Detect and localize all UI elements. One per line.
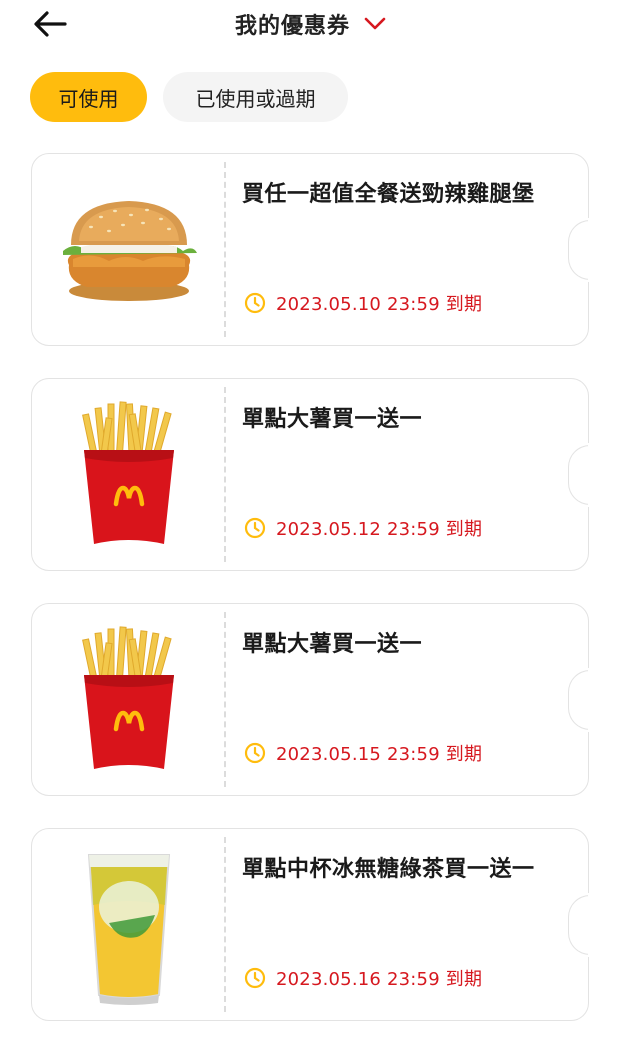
ticket-notch-cover (588, 893, 592, 957)
coupon-title: 單點中杯冰無糖綠茶買一送一 (242, 857, 535, 882)
fries-icon (82, 626, 174, 769)
coupon-expiry: 2023.05.15 23:59 到期 (244, 740, 482, 766)
coupon-card[interactable]: 買任一超值全餐送勁辣雞腿堡 2023.05.10 23:59 到期 (31, 153, 592, 346)
header: 我的優惠券 (0, 0, 621, 52)
coupon-expiry: 2023.05.10 23:59 到期 (244, 290, 482, 316)
ticket-notch (568, 895, 590, 955)
page-title: 我的優惠券 (234, 14, 350, 39)
coupon-title: 買任一超值全餐送勁辣雞腿堡 (242, 182, 535, 207)
coupon-image (46, 166, 212, 334)
clock-icon (244, 292, 266, 314)
ticket-notch (568, 445, 590, 505)
expiry-text: 2023.05.15 23:59 到期 (276, 744, 483, 765)
coupon-title: 單點大薯買一送一 (242, 407, 423, 432)
coupon-title: 單點大薯買一送一 (242, 632, 423, 657)
ticket-notch (568, 220, 590, 280)
fries-icon (82, 401, 174, 544)
coupon-image (46, 616, 212, 784)
dashed-divider (224, 387, 226, 562)
ticket-notch-cover (588, 218, 592, 282)
coupon-expiry: 2023.05.16 23:59 到期 (244, 965, 482, 991)
expiry-text: 2023.05.10 23:59 到期 (276, 294, 483, 315)
coupon-card[interactable]: 單點大薯買一送一 2023.05.12 23:59 到期 (31, 378, 592, 571)
expiry-text: 2023.05.16 23:59 到期 (276, 969, 483, 990)
dashed-divider (224, 162, 226, 337)
expiry-text: 2023.05.12 23:59 到期 (276, 519, 483, 540)
tab-available[interactable]: 可使用 (30, 72, 147, 122)
dashed-divider (224, 837, 226, 1012)
coupon-expiry: 2023.05.12 23:59 到期 (244, 515, 482, 541)
tab-bar: 可使用 已使用或過期 (30, 72, 348, 122)
title-dropdown[interactable]: 我的優惠券 (0, 8, 621, 40)
chevron-down-icon[interactable] (364, 17, 386, 31)
ticket-notch (568, 670, 590, 730)
burger-icon (63, 201, 197, 301)
clock-icon (244, 742, 266, 764)
coupon-card[interactable]: 單點大薯買一送一 2023.05.15 23:59 到期 (31, 603, 592, 796)
ticket-notch-cover (588, 668, 592, 732)
clock-icon (244, 967, 266, 989)
tab-used-or-expired[interactable]: 已使用或過期 (163, 72, 348, 122)
coupon-list: 買任一超值全餐送勁辣雞腿堡 2023.05.10 23:59 到期 單點大薯買一… (31, 153, 592, 1053)
dashed-divider (224, 612, 226, 787)
iced-tea-icon (87, 854, 171, 1005)
coupon-image (46, 841, 212, 1009)
coupon-card[interactable]: 單點中杯冰無糖綠茶買一送一 2023.05.16 23:59 到期 (31, 828, 592, 1021)
clock-icon (244, 517, 266, 539)
ticket-notch-cover (588, 443, 592, 507)
coupon-image (46, 391, 212, 559)
